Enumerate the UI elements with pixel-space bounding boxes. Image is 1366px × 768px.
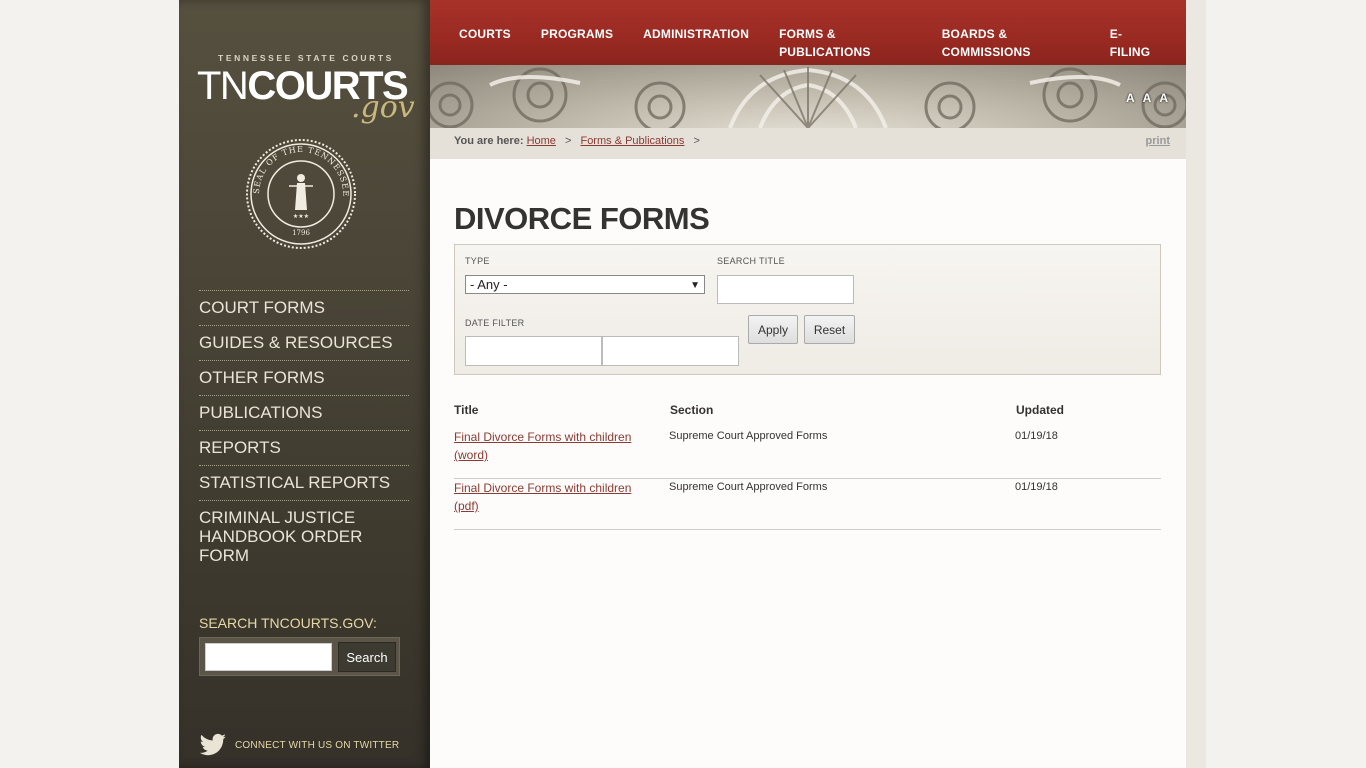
top-nav: COURTS PROGRAMS ADMINISTRATION FORMS & P…: [430, 0, 1186, 65]
logo-tagline: TENNESSEE STATE COURTS: [218, 53, 394, 63]
filter-panel: TYPE - Any - ▼ SEARCH TITLE DATE FILTER …: [454, 244, 1161, 375]
sidebar-item-court-forms[interactable]: COURT FORMS: [199, 290, 409, 325]
sidebar-item-label[interactable]: CRIMINAL JUSTICE HANDBOOK ORDER FORM: [199, 508, 409, 565]
svg-text:★★★: ★★★: [293, 213, 309, 220]
breadcrumb-separator: >: [564, 135, 572, 147]
sidebar-item-label[interactable]: OTHER FORMS: [199, 368, 409, 387]
sidebar-item-other-forms[interactable]: OTHER FORMS: [199, 360, 409, 395]
form-section: Supreme Court Approved Forms: [669, 430, 828, 442]
column-header-section[interactable]: Section: [670, 403, 713, 417]
breadcrumb-separator: >: [693, 135, 700, 147]
date-filter-label: DATE FILTER: [465, 318, 525, 328]
site-search-box: Search: [199, 637, 400, 676]
sidebar-item-publications[interactable]: PUBLICATIONS: [199, 395, 409, 430]
form-updated: 01/19/18: [1015, 481, 1058, 493]
form-updated: 01/19/18: [1015, 430, 1058, 442]
form-section: Supreme Court Approved Forms: [669, 481, 828, 493]
topnav-programs[interactable]: PROGRAMS: [541, 27, 613, 41]
search-title-input[interactable]: [717, 275, 854, 304]
apply-button[interactable]: Apply: [748, 315, 798, 344]
page-background-left: [0, 0, 179, 768]
sidebar-nav: COURT FORMS GUIDES & RESOURCES OTHER FOR…: [199, 290, 409, 573]
sidebar-item-statistical-reports[interactable]: STATISTICAL REPORTS: [199, 465, 409, 500]
type-select-value: - Any -: [470, 277, 508, 292]
twitter-bird-icon: [199, 733, 226, 756]
type-label: TYPE: [465, 256, 490, 266]
page-title: DIVORCE FORMS: [454, 201, 710, 236]
ornament-banner-image: [430, 67, 1186, 128]
form-title-link[interactable]: Final Divorce Forms with children (word): [454, 428, 644, 464]
header-banner: A A A: [430, 65, 1186, 128]
sidebar-item-label[interactable]: COURT FORMS: [199, 298, 409, 317]
type-select[interactable]: - Any - ▼: [465, 275, 705, 294]
topnav-forms-publications[interactable]: FORMS & PUBLICATIONS: [779, 27, 871, 59]
table-row: Final Divorce Forms with children (word)…: [454, 428, 1161, 479]
font-size-medium-button[interactable]: A: [1143, 91, 1152, 105]
site-search-label: SEARCH TNCOURTS.GOV:: [199, 615, 377, 631]
breadcrumb-forms-publications[interactable]: Forms & Publications: [580, 135, 684, 147]
date-to-input[interactable]: [602, 336, 739, 366]
date-from-input[interactable]: [465, 336, 602, 366]
sidebar-item-label[interactable]: PUBLICATIONS: [199, 403, 409, 422]
print-link[interactable]: print: [1146, 135, 1170, 147]
judiciary-seal-icon: SEAL OF THE TENNESSEE JUDICIARY 1796 ★★★: [245, 138, 356, 249]
main-content: DIVORCE FORMS TYPE - Any - ▼ SEARCH TITL…: [430, 159, 1186, 768]
seal-year: 1796: [292, 229, 310, 237]
breadcrumb-prefix: You are here:: [454, 135, 524, 147]
site-search-input[interactable]: [205, 643, 332, 671]
breadcrumb-home[interactable]: Home: [527, 135, 556, 147]
page-background-right: [1186, 0, 1366, 768]
sidebar-item-label[interactable]: REPORTS: [199, 438, 409, 457]
sidebar: TENNESSEE STATE COURTS TNCOURTS .gov SEA…: [179, 0, 430, 768]
sidebar-item-label[interactable]: STATISTICAL REPORTS: [199, 473, 409, 492]
font-size-large-button[interactable]: A: [1159, 91, 1168, 105]
right-rail: [1186, 0, 1206, 768]
search-title-label: SEARCH TITLE: [717, 256, 785, 266]
twitter-text: CONNECT WITH US ON TWITTER: [235, 739, 400, 751]
topnav-boards-commissions[interactable]: BOARDS & COMMISSIONS: [942, 27, 1031, 59]
topnav-courts[interactable]: COURTS: [459, 27, 511, 41]
font-size-small-button[interactable]: A: [1126, 91, 1135, 105]
logo-tn: TN: [197, 64, 249, 108]
sidebar-item-criminal-justice-handbook[interactable]: CRIMINAL JUSTICE HANDBOOK ORDER FORM: [199, 500, 409, 573]
site-search-button[interactable]: Search: [338, 642, 396, 672]
form-title-link[interactable]: Final Divorce Forms with children (pdf): [454, 479, 644, 515]
column-header-updated[interactable]: Updated: [1016, 403, 1064, 417]
logo-gov: .gov: [351, 90, 415, 125]
chevron-down-icon: ▼: [690, 280, 700, 291]
font-size-controls: A A A: [1126, 91, 1168, 105]
sidebar-item-guides-resources[interactable]: GUIDES & RESOURCES: [199, 325, 409, 360]
topnav-administration[interactable]: ADMINISTRATION: [643, 27, 749, 41]
sidebar-item-label[interactable]: GUIDES & RESOURCES: [199, 333, 409, 352]
sidebar-item-reports[interactable]: REPORTS: [199, 430, 409, 465]
twitter-link[interactable]: CONNECT WITH US ON TWITTER: [199, 733, 399, 757]
column-header-title[interactable]: Title: [454, 403, 478, 417]
table-row: Final Divorce Forms with children (pdf) …: [454, 479, 1161, 530]
breadcrumb: You are here: Home > Forms & Publication…: [430, 128, 1186, 159]
reset-button[interactable]: Reset: [804, 315, 855, 344]
topnav-efiling[interactable]: E-FILING: [1110, 27, 1151, 59]
